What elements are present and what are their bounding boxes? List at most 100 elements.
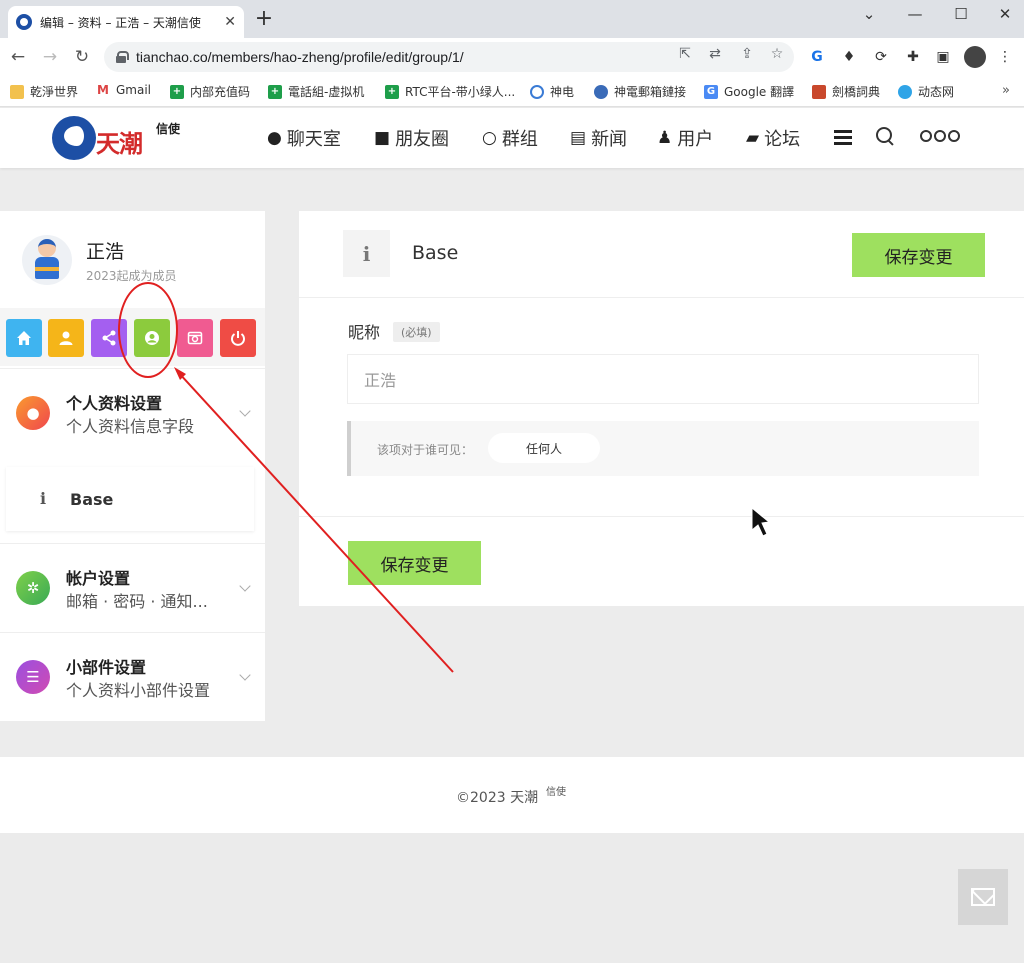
share-page-icon[interactable]: ⇪ <box>738 45 756 63</box>
lock-icon[interactable] <box>116 51 129 63</box>
site-footer: ©2023 天潮 信使 <box>0 757 1024 833</box>
comments-icon: ○ <box>482 128 497 148</box>
new-tab-icon[interactable]: + <box>252 6 276 31</box>
side-panel-icon[interactable]: ▣ <box>934 48 952 66</box>
more-options-icon[interactable] <box>920 130 962 142</box>
camera-icon: ■ <box>374 128 391 148</box>
logout-button[interactable] <box>220 319 256 357</box>
visibility-box: 该项对于谁可见： 任何人 <box>347 421 979 476</box>
copyright-sup-text: 信使 <box>546 787 566 798</box>
puzzle-icon[interactable]: ✚ <box>904 48 922 66</box>
bookmark-item[interactable]: 神电 <box>530 83 574 100</box>
user-circle-icon: ● <box>16 396 50 430</box>
section-subtitle: 个人资料信息字段 <box>66 417 195 436</box>
chevron-down-icon[interactable] <box>239 669 251 681</box>
account-settings-section[interactable]: ✲ 帐户设置 邮箱 · 密码 · 通知... <box>0 543 265 631</box>
more-bookmarks-icon[interactable]: » <box>1002 83 1010 98</box>
home-button[interactable] <box>6 319 42 357</box>
annotation-circle <box>118 282 178 378</box>
nickname-input[interactable]: 正浩 <box>347 354 979 404</box>
cloud-icon <box>898 84 912 99</box>
chat-icon: ● <box>267 128 282 148</box>
extension-feather-icon[interactable]: ♦ <box>840 48 858 66</box>
divider <box>299 516 1024 517</box>
tab-title: 编辑 – 资料 – 正浩 – 天潮信使 <box>40 15 201 30</box>
close-window-icon[interactable]: ✕ <box>982 0 1024 30</box>
nav-groups[interactable]: ○ 群组 <box>482 125 538 151</box>
section-subtitle: 个人资料小部件设置 <box>66 681 211 700</box>
profile-button[interactable] <box>48 319 84 357</box>
widget-settings-section[interactable]: ☰ 小部件设置 个人资料小部件设置 <box>0 632 265 720</box>
book-icon: ▰ <box>746 128 760 148</box>
photo-button[interactable] <box>177 319 213 357</box>
reload-icon[interactable]: ↻ <box>70 45 94 69</box>
extension-g-icon[interactable]: G <box>808 48 826 66</box>
sliders-icon: ☰ <box>16 660 50 694</box>
extension-sync-icon[interactable]: ⟳ <box>872 48 890 66</box>
hamburger-menu-icon[interactable] <box>834 130 852 148</box>
photo-icon <box>187 331 203 345</box>
home-icon <box>17 331 31 345</box>
logo-text: 天潮 <box>96 129 143 158</box>
page-title: Base <box>412 242 459 264</box>
mail-icon <box>971 888 995 906</box>
share-icon <box>102 330 116 346</box>
bookmark-item[interactable]: 劍橋詞典 <box>812 83 880 100</box>
kebab-menu-icon[interactable]: ⋮ <box>996 48 1014 66</box>
browser-tab[interactable]: 编辑 – 资料 – 正浩 – 天潮信使 ✕ <box>8 6 244 38</box>
chevron-down-icon[interactable] <box>239 405 251 417</box>
bookmark-item[interactable]: 乾淨世界 <box>10 83 78 100</box>
contact-button[interactable] <box>958 869 1008 925</box>
save-changes-button-top[interactable]: 保存变更 <box>852 233 985 277</box>
close-tab-icon[interactable]: ✕ <box>224 14 236 30</box>
nav-moments[interactable]: ■ 朋友圈 <box>374 125 449 151</box>
site-logo[interactable]: 天潮 信使 <box>52 114 202 162</box>
visibility-selector[interactable]: 任何人 <box>488 433 600 463</box>
info-icon: i <box>40 489 47 508</box>
profile-settings-section[interactable]: ● 个人资料设置 个人资料信息字段 <box>0 368 265 456</box>
url-text[interactable]: tianchao.co/members/hao-zheng/profile/ed… <box>136 49 464 65</box>
section-title: 个人资料设置 <box>66 394 163 413</box>
nav-chatroom[interactable]: ● 聊天室 <box>267 125 341 151</box>
power-icon <box>231 331 245 346</box>
browser-tab-strip: 编辑 – 资料 – 正浩 – 天潮信使 ✕ + ⌄ — ☐ ✕ <box>0 0 1024 38</box>
bookmark-item[interactable]: M Gmail <box>96 83 151 97</box>
member-since: 2023起成为成员 <box>86 269 177 283</box>
minimize-icon[interactable]: — <box>892 0 938 30</box>
profile-edit-form: i Base 保存变更 昵称 (必填) 正浩 该项对于谁可见： 任何人 保存变更 <box>299 211 1024 606</box>
profile-avatar-icon[interactable] <box>964 46 986 68</box>
maximize-icon[interactable]: ☐ <box>938 0 984 30</box>
bookmark-item[interactable]: + RTC平台-带小绿人... <box>385 83 515 100</box>
user-name[interactable]: 正浩 <box>86 237 124 264</box>
translate-icon[interactable]: ⇄ <box>706 45 724 63</box>
section-title: 帐户设置 <box>66 569 131 588</box>
bookmark-item[interactable]: + 電話組-虚拟机 <box>268 83 364 100</box>
avatar[interactable] <box>22 235 72 285</box>
star-icon[interactable]: ☆ <box>768 45 786 63</box>
section-title: 小部件设置 <box>66 658 147 677</box>
chevron-down-icon[interactable]: ⌄ <box>846 0 892 30</box>
user-icon <box>59 331 73 345</box>
required-badge: (必填) <box>393 322 440 342</box>
bookmark-item[interactable]: + 内部充值码 <box>170 83 250 100</box>
gears-icon: ✲ <box>16 571 50 605</box>
bookmark-item[interactable]: G Google 翻譯 <box>704 83 794 100</box>
nav-forum[interactable]: ▰ 论坛 <box>746 125 800 151</box>
save-changes-button-bottom[interactable]: 保存变更 <box>348 541 481 585</box>
info-icon: i <box>343 230 390 277</box>
open-in-icon[interactable]: ⇱ <box>676 45 694 63</box>
user-plus-icon: ♟ <box>657 128 673 148</box>
back-icon[interactable]: ← <box>6 45 30 69</box>
chevron-down-icon[interactable] <box>239 580 251 592</box>
nav-news[interactable]: ▤ 新闻 <box>570 125 627 151</box>
search-icon[interactable] <box>876 127 894 145</box>
bookmark-item[interactable]: 动态网 <box>898 83 954 100</box>
forward-icon[interactable]: → <box>38 45 62 69</box>
bookmark-item[interactable]: 神電郵箱鏈接 <box>594 83 686 100</box>
gmail-icon: M <box>96 83 110 97</box>
globe-icon <box>594 84 608 99</box>
nav-users[interactable]: ♟ 用户 <box>657 125 713 151</box>
document-icon: ▤ <box>570 128 587 148</box>
sidebar-item-base[interactable]: i Base <box>6 467 254 531</box>
visibility-label: 该项对于谁可见： <box>377 443 474 457</box>
